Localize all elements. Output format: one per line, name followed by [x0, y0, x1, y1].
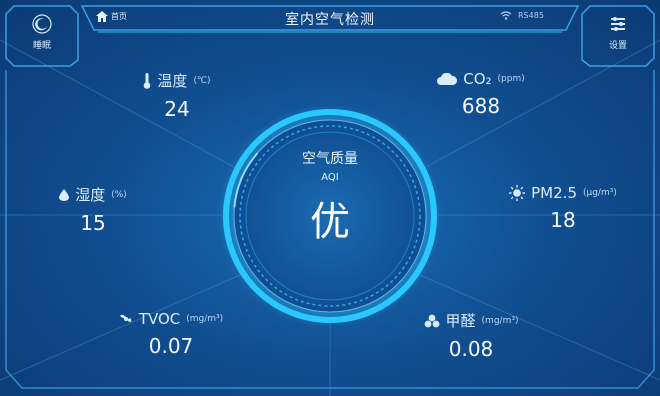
tvoc-label: TVOC: [138, 310, 181, 328]
co2-label: CO₂: [463, 70, 492, 88]
aqi-grade: 优: [310, 199, 350, 245]
humidity-label: 湿度: [75, 186, 106, 204]
humidity-metric: 湿度 (%) 15: [8, 184, 178, 235]
formaldehyde-label: 甲醛: [445, 312, 476, 330]
molecule-icon: [424, 314, 439, 327]
air-quality-label: 空气质量: [302, 151, 358, 167]
settings-icon: [608, 14, 628, 34]
sun-icon: [509, 185, 526, 201]
wifi-icon: [500, 11, 512, 20]
droplet-icon: [59, 188, 70, 201]
home-icon: [96, 11, 108, 22]
home-button[interactable]: 首页: [96, 11, 127, 22]
formaldehyde-metric: 甲醛 (mg/m³) 0.08: [386, 310, 556, 361]
co2-unit: (ppm): [497, 74, 525, 84]
formaldehyde-value: 0.08: [448, 337, 494, 361]
aqi-gauge: 空气质量 AQI 优: [236, 148, 424, 247]
humidity-value: 15: [80, 211, 106, 235]
temperature-label: 温度: [157, 72, 188, 90]
sleep-button[interactable]: 睡眠: [17, 14, 67, 51]
temperature-unit: (℃): [193, 75, 211, 86]
settings-button[interactable]: 设置: [593, 14, 643, 51]
fan-icon: [119, 314, 132, 322]
co2-value: 688: [461, 94, 501, 118]
rs485-label: RS485: [518, 11, 544, 20]
pm25-unit: (μg/m³): [582, 188, 617, 198]
connection-status: RS485: [500, 11, 544, 20]
humidity-unit: (%): [111, 189, 127, 200]
cloud-icon: [437, 73, 458, 85]
tvoc-value: 0.07: [148, 334, 194, 358]
sleep-label: 睡眠: [32, 41, 51, 51]
pm25-metric: PM2.5 (μg/m³) 18: [478, 184, 648, 232]
co2-metric: CO₂ (ppm) 688: [396, 70, 566, 118]
tvoc-metric: TVOC (mg/m³) 0.07: [86, 310, 256, 358]
aqi-label: AQI: [321, 172, 339, 183]
temperature-metric: 温度 (℃) 24: [92, 70, 262, 121]
formaldehyde-unit: (mg/m³): [481, 315, 519, 326]
settings-label: 设置: [608, 41, 627, 51]
thermometer-icon: [144, 72, 151, 89]
moon-icon: [32, 14, 52, 34]
temperature-value: 24: [164, 97, 190, 121]
page-title: 室内空气检测: [285, 12, 375, 28]
pm25-label: PM2.5: [531, 184, 577, 202]
home-label: 首页: [111, 12, 127, 21]
tvoc-unit: (mg/m³): [186, 314, 224, 324]
pm25-value: 18: [550, 208, 576, 232]
